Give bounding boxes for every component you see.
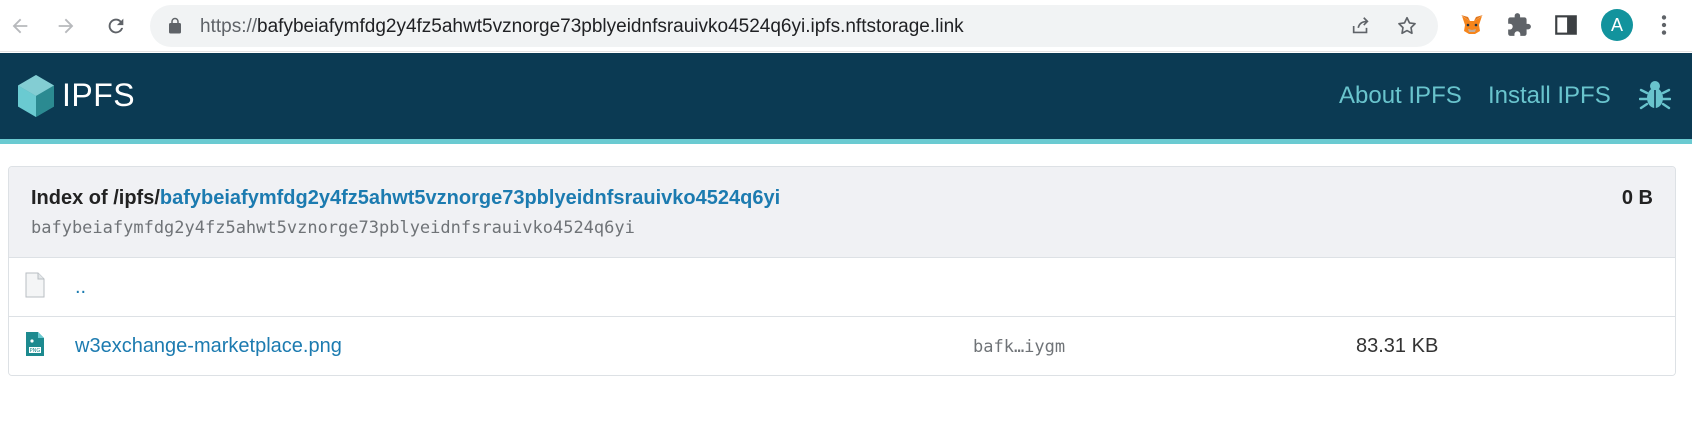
browser-toolbar: https://bafybeiafymfdg2y4fz5ahwt5vznorge… [0,0,1692,52]
about-ipfs-link[interactable]: About IPFS [1339,82,1462,110]
kebab-menu-icon[interactable] [1651,12,1677,38]
png-file-icon: PNG [26,332,44,356]
back-button[interactable] [3,9,37,43]
star-icon[interactable] [1396,15,1418,37]
file-name-link[interactable]: w3exchange-marketplace.png [75,335,342,358]
metamask-fox-icon[interactable] [1459,12,1485,38]
back-icon [12,18,28,34]
reload-icon [108,18,124,34]
install-ipfs-link[interactable]: Install IPFS [1488,82,1611,110]
directory-listing: Index of /ipfs/bafybeiafymfdg2y4fz5ahwt5… [8,166,1676,376]
svg-text:PNG: PNG [30,348,41,354]
ipfs-brand-title[interactable]: IPFS [62,77,135,114]
forward-button[interactable] [49,9,83,43]
cid-text: bafybeiafymfdg2y4fz5ahwt5vznorge73pblyei… [31,218,635,238]
total-size: 0 B [1621,187,1653,209]
reload-button[interactable] [99,9,133,43]
profile-avatar[interactable]: A [1601,9,1633,41]
side-panel-icon[interactable] [1553,12,1579,38]
listing-header: Index of /ipfs/bafybeiafymfdg2y4fz5ahwt5… [9,167,1675,258]
table-row-parent[interactable]: .. [9,258,1675,317]
lock-icon[interactable] [166,17,184,35]
index-prefix: Index of /ipfs/ [31,187,160,209]
file-cid[interactable]: bafk…iygm [973,337,1065,357]
puzzle-extensions-icon[interactable] [1506,12,1532,38]
cid-link[interactable]: bafybeiafymfdg2y4fz5ahwt5vznorge73pblyei… [160,187,780,209]
address-bar[interactable]: https://bafybeiafymfdg2y4fz5ahwt5vznorge… [150,5,1438,47]
parent-directory-link[interactable]: .. [75,276,86,299]
url-text[interactable]: https://bafybeiafymfdg2y4fz5ahwt5vznorge… [200,16,964,38]
ipfs-cube-logo-icon[interactable] [16,73,56,119]
bug-report-icon[interactable] [1639,77,1671,113]
url-scheme: https:// [200,16,258,37]
url-host: bafybeiafymfdg2y4fz5ahwt5vznorge73pblyei… [257,16,964,37]
blank-file-icon [25,272,45,298]
table-row-file[interactable]: PNG w3exchange-marketplace.png bafk…iygm… [9,317,1675,375]
file-size: 83.31 KB [1356,335,1439,357]
index-title: Index of /ipfs/bafybeiafymfdg2y4fz5ahwt5… [31,187,780,210]
forward-icon [58,18,74,34]
header-accent-stripe [0,139,1692,144]
share-icon[interactable] [1350,15,1372,37]
ipfs-header: IPFS About IPFS Install IPFS [0,53,1692,139]
